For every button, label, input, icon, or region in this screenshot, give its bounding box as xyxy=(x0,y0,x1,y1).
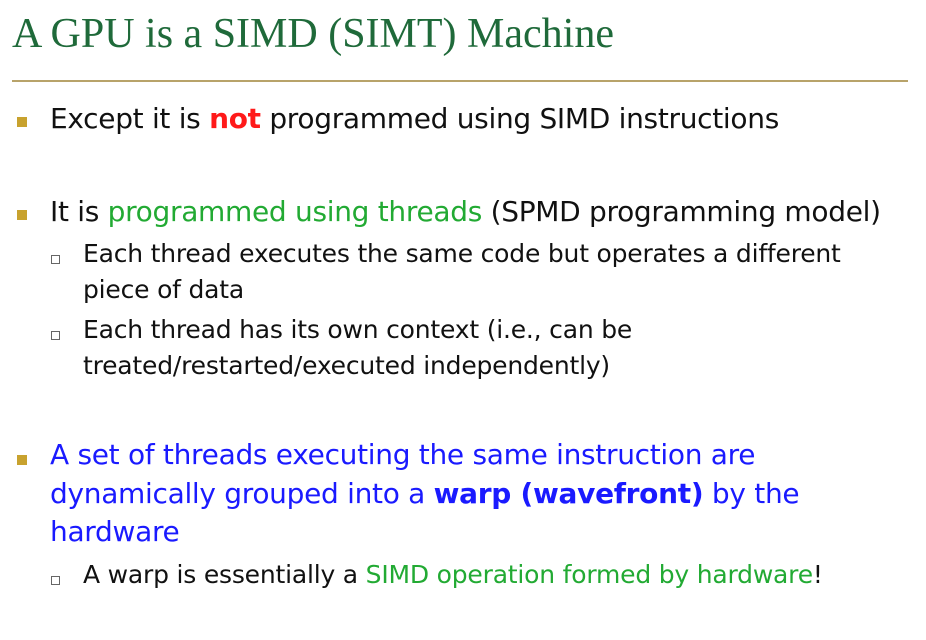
sub-bullet-box-icon xyxy=(51,255,60,264)
bullet-1-post: programmed using SIMD instructions xyxy=(260,102,779,135)
bullet-3-line1: A set of threads executing the same inst… xyxy=(50,438,756,471)
sub-bullet-3-1-green: SIMD operation formed by hardware xyxy=(365,560,813,589)
sub-bullet-2-2-line2: treated/restarted/executed independently… xyxy=(83,351,610,380)
sub-bullet-3-1-post: ! xyxy=(812,560,823,589)
bullet-square-icon xyxy=(17,455,27,465)
bullet-2-green: programmed using threads xyxy=(107,195,483,228)
bullet-2-pre: It is xyxy=(50,195,108,228)
sub-bullet-2-2-line1: Each thread has its own context (i.e., c… xyxy=(83,315,633,344)
bullet-3-line2-pre: dynamically grouped into a xyxy=(50,477,434,510)
bullet-1-pre: Except it is xyxy=(50,102,210,135)
bullet-3-line3: hardware xyxy=(50,515,180,548)
bullet-2-post: (SPMD programming model) xyxy=(482,195,881,228)
bullet-3-line2-post: by the xyxy=(703,477,800,510)
sub-bullet-2-1-line1: Each thread executes the same code but o… xyxy=(83,239,841,268)
bullet-3-warp: warp (wavefront) xyxy=(433,477,704,510)
bullet-square-icon xyxy=(17,210,27,220)
sub-bullet-box-icon xyxy=(51,576,60,585)
sub-bullet-box-icon xyxy=(51,331,60,340)
sub-bullet-3-1-pre: A warp is essentially a xyxy=(83,560,366,589)
bullet-1-text: Except it is not programmed using SIMD i… xyxy=(50,102,779,135)
bullet-square-icon xyxy=(17,117,27,127)
bullet-2-text: It is programmed using threads (SPMD pro… xyxy=(50,195,881,228)
title-rule xyxy=(12,80,908,82)
slide-title: A GPU is a SIMD (SIMT) Machine xyxy=(12,11,614,57)
bullet-3-line2: dynamically grouped into a warp (wavefro… xyxy=(50,477,800,510)
sub-bullet-2-1-line2: piece of data xyxy=(83,275,245,304)
bullet-1-emphasis: not xyxy=(209,102,261,135)
sub-bullet-3-1-text: A warp is essentially a SIMD operation f… xyxy=(83,560,823,589)
